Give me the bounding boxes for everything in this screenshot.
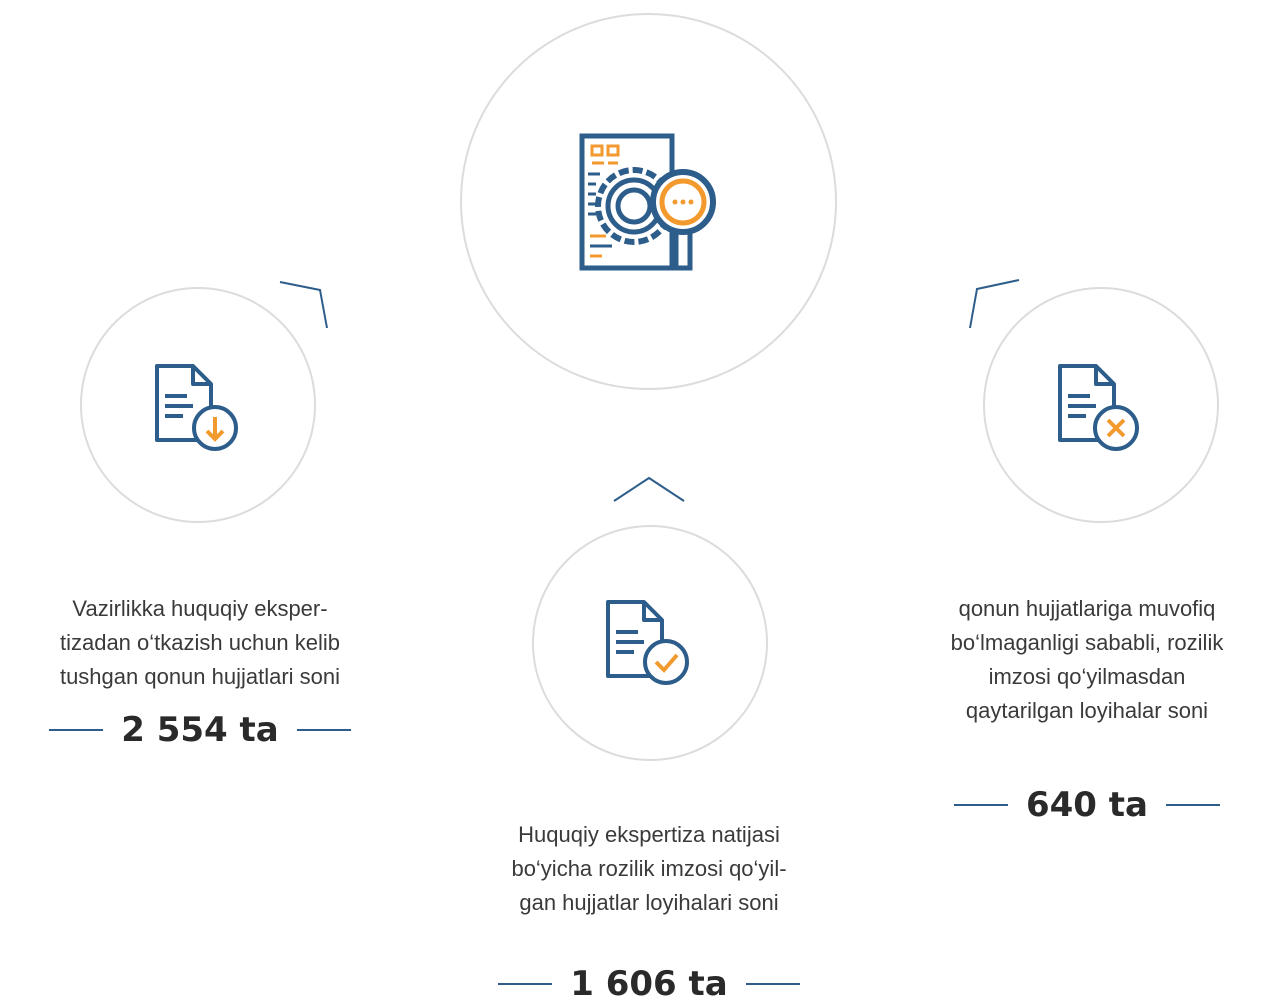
description-line: bo‘yicha rozilik imzosi qo‘yil-: [511, 856, 787, 881]
stat-dash: [745, 983, 800, 985]
left-description: Vazirlikka huquqiy eksper- tizadan o‘tka…: [0, 592, 400, 694]
stat-dash: [49, 729, 104, 731]
right-stat: 640 ta: [897, 783, 1277, 827]
connector-middle: [613, 476, 685, 502]
connector-right: [969, 279, 1020, 329]
document-check-icon: [606, 600, 689, 685]
description-line: imzosi qo‘yilmasdan: [988, 664, 1186, 689]
stat-value: 640 ta: [1025, 785, 1148, 825]
stat-value: 1 606 ta: [570, 964, 728, 1004]
description-line: bo‘lmaganligi sababli, rozilik: [950, 630, 1224, 655]
description-line: Vazirlikka huquqiy eksper-: [72, 596, 328, 621]
right-description: qonun hujjatlariga muvofiq bo‘lmaganligi…: [897, 592, 1277, 728]
document-reject-icon: [1058, 364, 1139, 451]
document-gear-magnifier-icon: [579, 133, 716, 271]
description-line: tushgan qonun hujjatlari soni: [59, 664, 341, 689]
description-line: qaytarilgan loyihalar soni: [965, 698, 1209, 723]
stat-value: 2 554 ta: [121, 710, 279, 750]
stat-dash: [1166, 804, 1220, 806]
document-download-icon: [155, 364, 238, 451]
stat-dash: [953, 804, 1008, 806]
stat-dash: [296, 729, 351, 731]
description-line: gan hujjatlar loyihalari soni: [519, 890, 779, 915]
middle-stat: 1 606 ta: [449, 962, 849, 1006]
middle-description: Huquqiy ekspertiza natijasi bo‘yicha roz…: [449, 818, 849, 920]
stat-dash: [498, 983, 553, 985]
connector-left: [279, 281, 328, 329]
description-line: Huquqiy ekspertiza natijasi: [518, 822, 780, 847]
left-stat: 2 554 ta: [0, 708, 400, 752]
description-line: tizadan o‘tkazish uchun kelib: [59, 630, 341, 655]
description-line: qonun hujjatlariga muvofiq: [958, 596, 1216, 621]
